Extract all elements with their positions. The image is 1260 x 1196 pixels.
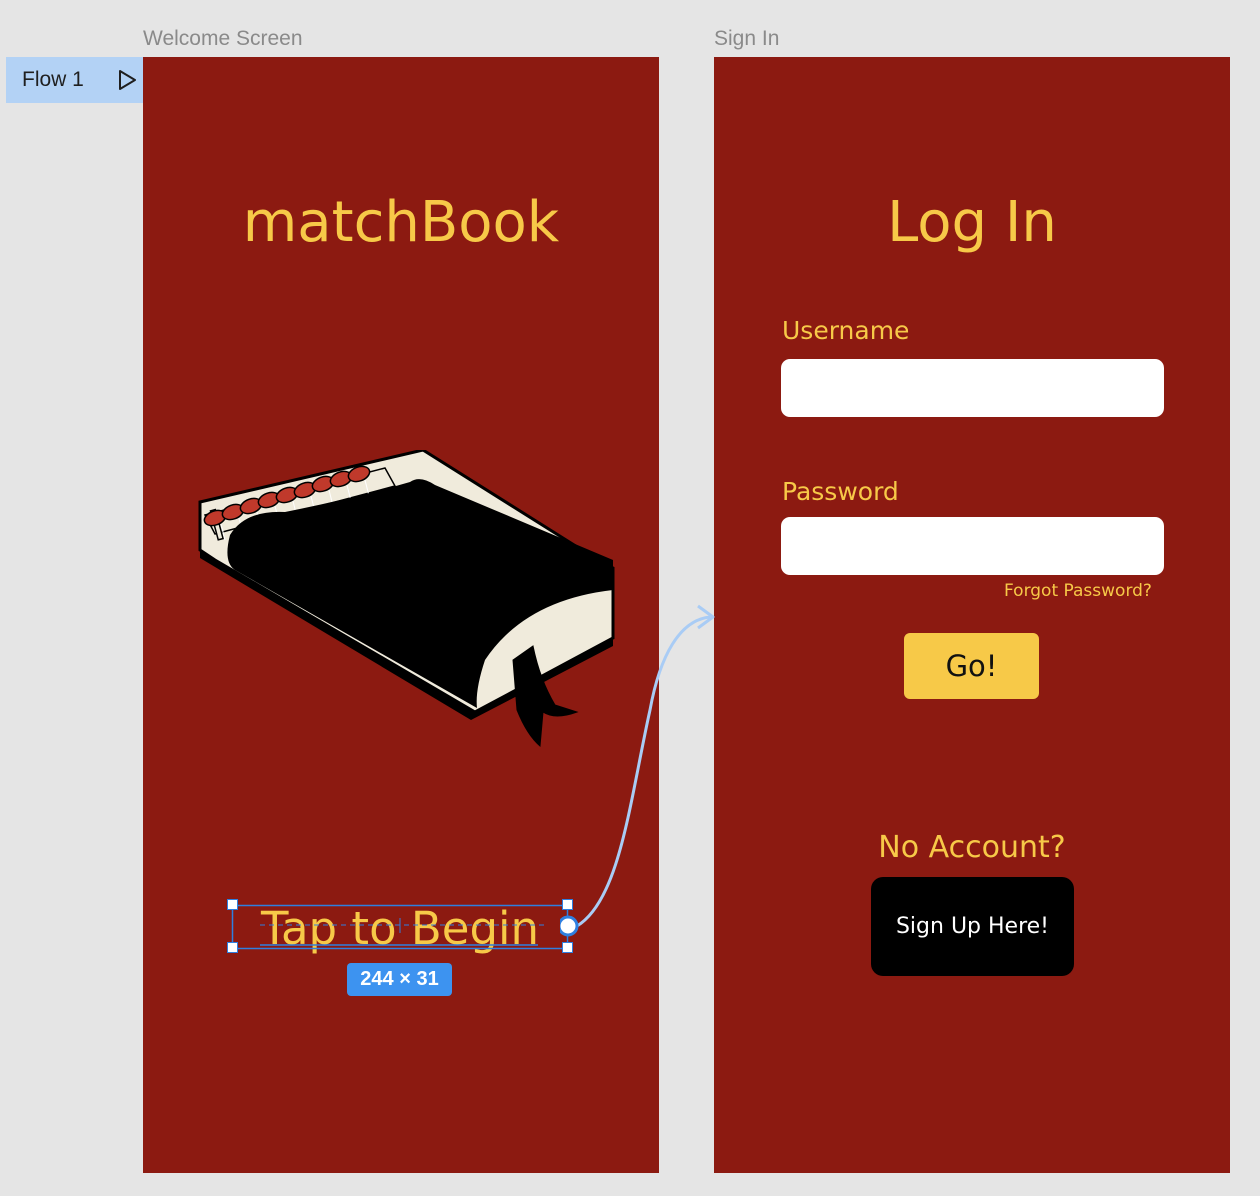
- flow-label: Flow 1: [22, 68, 84, 91]
- go-button[interactable]: Go!: [904, 633, 1039, 699]
- app-title: matchBook: [242, 190, 560, 255]
- selection-box: [231, 904, 569, 950]
- play-icon[interactable]: [116, 69, 138, 91]
- resize-handle-bl[interactable]: [227, 942, 238, 953]
- password-input[interactable]: [781, 517, 1164, 575]
- username-label: Username: [782, 316, 910, 345]
- resize-handle-br[interactable]: [562, 942, 573, 953]
- no-account-label: No Account?: [878, 830, 1066, 865]
- login-title: Log In: [887, 190, 1057, 255]
- flow-start-tag[interactable]: Flow 1: [6, 57, 143, 103]
- resize-handle-tl[interactable]: [227, 899, 238, 910]
- frame-label-welcome[interactable]: Welcome Screen: [143, 27, 303, 51]
- sign-up-button[interactable]: Sign Up Here!: [871, 877, 1074, 976]
- password-label: Password: [782, 477, 899, 506]
- forgot-password-link[interactable]: Forgot Password?: [1004, 581, 1152, 601]
- username-input[interactable]: [781, 359, 1164, 417]
- prototype-connection-arrow[interactable]: [560, 600, 730, 940]
- dimension-badge: 244 × 31: [347, 963, 452, 996]
- frame-label-signin[interactable]: Sign In: [714, 27, 779, 51]
